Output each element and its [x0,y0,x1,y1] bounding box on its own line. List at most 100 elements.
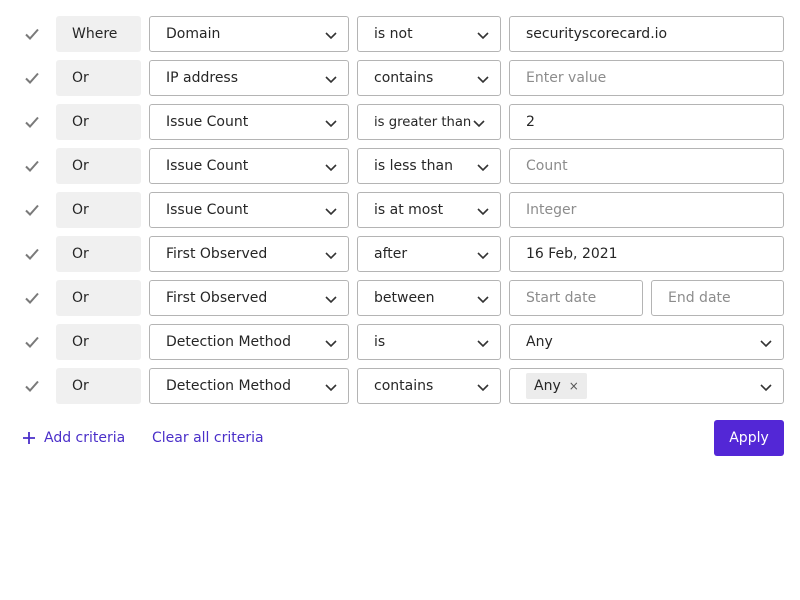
chevron-down-icon [759,380,773,394]
chevron-down-icon [476,204,490,218]
value-input[interactable]: Enter value [509,60,784,96]
chevron-down-icon [324,380,338,394]
operator-select[interactable]: is greater than [357,104,501,140]
criteria-row: Or Issue Count is less than Count [0,148,800,184]
field-select[interactable]: IP address [149,60,349,96]
field-select[interactable]: Domain [149,16,349,52]
criteria-footer: Add criteria Clear all criteria Apply [0,420,800,456]
value-input[interactable]: 2 [509,104,784,140]
value-text: securityscorecard.io [526,26,668,42]
check-icon[interactable] [22,112,42,132]
end-date-placeholder: End date [668,290,731,306]
operator-select[interactable]: contains [357,368,501,404]
conjunction-label: Or [56,280,141,316]
conjunction-label: Or [56,60,141,96]
criteria-row: Or First Observed after 16 Feb, 2021 [0,236,800,272]
chevron-down-icon [324,72,338,86]
start-date-input[interactable]: Start date [509,280,643,316]
check-icon[interactable] [22,288,42,308]
chevron-down-icon [324,116,338,130]
check-icon[interactable] [22,376,42,396]
chevron-down-icon [476,72,490,86]
criteria-row: Or Detection Method contains Any × [0,368,800,404]
value-input[interactable]: securityscorecard.io [509,16,784,52]
field-select-value: Domain [166,26,221,42]
check-icon[interactable] [22,156,42,176]
operator-select[interactable]: between [357,280,501,316]
field-select-value: First Observed [166,246,268,262]
field-select-value: Detection Method [166,378,291,394]
value-select[interactable]: Any [509,324,784,360]
operator-select-value: contains [374,378,434,394]
conjunction-label: Or [56,324,141,360]
start-date-placeholder: Start date [526,290,597,306]
chevron-down-icon [476,292,490,306]
field-select[interactable]: Detection Method [149,368,349,404]
clear-all-criteria-link[interactable]: Clear all criteria [152,420,264,456]
operator-select-value: is greater than [374,115,472,130]
criteria-row: Or First Observed between Start date End… [0,280,800,316]
value-text: 2 [526,114,535,130]
field-select-value: Issue Count [166,202,249,218]
chevron-down-icon [476,336,490,350]
operator-select[interactable]: contains [357,60,501,96]
field-select-value: Detection Method [166,334,291,350]
end-date-input[interactable]: End date [651,280,784,316]
conjunction-label: Where [56,16,141,52]
criteria-row: Or Issue Count is greater than 2 [0,104,800,140]
criteria-row: Or IP address contains Enter value [0,60,800,96]
operator-select-value: is not [374,26,413,42]
chevron-down-icon [324,292,338,306]
chip-label: Any [534,378,561,394]
operator-select-value: is at most [374,202,444,218]
conjunction-label: Or [56,148,141,184]
value-placeholder: Enter value [526,70,607,86]
criteria-row: Where Domain is not securityscorecard.io [0,16,800,52]
value-chip: Any × [526,373,587,399]
field-select-value: First Observed [166,290,268,306]
field-select[interactable]: Issue Count [149,148,349,184]
conjunction-label: Or [56,192,141,228]
operator-select[interactable]: is [357,324,501,360]
multi-value-select[interactable]: Any × [509,368,784,404]
check-icon[interactable] [22,332,42,352]
conjunction-label: Or [56,104,141,140]
chevron-down-icon [324,160,338,174]
chevron-down-icon [476,248,490,262]
operator-select-value: contains [374,70,434,86]
operator-select[interactable]: is not [357,16,501,52]
operator-select-value: after [374,246,408,262]
value-text: 16 Feb, 2021 [526,246,618,262]
field-select[interactable]: First Observed [149,236,349,272]
value-input[interactable]: Integer [509,192,784,228]
plus-icon [22,431,36,445]
field-select-value: Issue Count [166,158,249,174]
operator-select[interactable]: is at most [357,192,501,228]
check-icon[interactable] [22,68,42,88]
chevron-down-icon [476,28,490,42]
check-icon[interactable] [22,200,42,220]
field-select[interactable]: Issue Count [149,104,349,140]
date-input[interactable]: 16 Feb, 2021 [509,236,784,272]
value-select-value: Any [526,334,553,350]
operator-select[interactable]: after [357,236,501,272]
value-input[interactable]: Count [509,148,784,184]
field-select[interactable]: Issue Count [149,192,349,228]
check-icon[interactable] [22,24,42,44]
conjunction-label: Or [56,236,141,272]
operator-select-value: is less than [374,158,453,174]
criteria-row: Or Issue Count is at most Integer [0,192,800,228]
chevron-down-icon [324,336,338,350]
field-select[interactable]: First Observed [149,280,349,316]
field-select[interactable]: Detection Method [149,324,349,360]
chevron-down-icon [476,380,490,394]
chevron-down-icon [324,28,338,42]
chip-remove-icon[interactable]: × [569,373,579,399]
criteria-row: Or Detection Method is Any [0,324,800,360]
add-criteria-button[interactable]: Add criteria [22,420,125,456]
chevron-down-icon [324,204,338,218]
operator-select[interactable]: is less than [357,148,501,184]
check-icon[interactable] [22,244,42,264]
apply-button[interactable]: Apply [714,420,784,456]
field-select-value: Issue Count [166,114,249,130]
